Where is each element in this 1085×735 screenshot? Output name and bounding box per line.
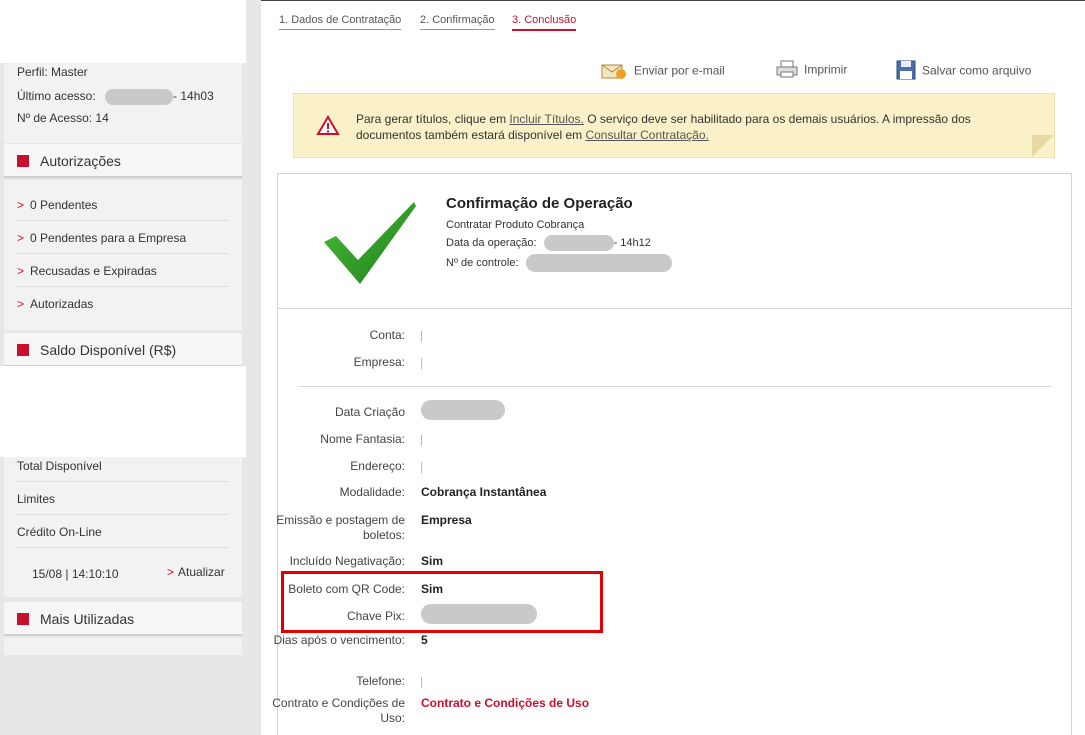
chevron-right-icon: > <box>167 565 175 579</box>
auth-item-pendentes-empresa[interactable]: >0 Pendentes para a Empresa <box>17 221 229 254</box>
collapse-icon <box>17 155 29 167</box>
save-action[interactable]: Salvar como arquivo <box>896 60 1031 83</box>
sidebar: Perfil: Master Último acesso: - 14h03 Nº… <box>0 0 261 735</box>
info-warning-box: Para gerar títulos, clique em Incluir Tí… <box>293 93 1055 158</box>
redacted-date <box>543 235 614 251</box>
redacted-date <box>105 89 174 105</box>
consultar-contratacao-link[interactable]: Consultar Contratação. <box>585 128 708 142</box>
warning-triangle-icon <box>316 115 340 141</box>
label-modalidade: Modalidade: <box>339 485 405 499</box>
label-telefone: Telefone: <box>356 674 405 688</box>
control-number: Nº de controle: <box>446 254 672 272</box>
value-negativacao: Sim <box>421 554 444 568</box>
label-endereco: Endereço: <box>350 459 405 473</box>
update-time: 15/08 | 14:10:10 <box>32 567 119 581</box>
incluir-titulos-link[interactable]: Incluir Títulos. <box>509 112 583 126</box>
chevron-right-icon: > <box>17 264 25 278</box>
confirmation-title: Confirmação de Operação <box>446 195 633 212</box>
highlight-annotation-box <box>281 571 603 633</box>
step-dados: 1. Dados de Contratação <box>279 14 402 30</box>
value-data-criacao <box>421 400 505 420</box>
step-confirmacao: 2. Confirmação <box>420 14 495 30</box>
email-icon <box>600 60 628 83</box>
collapse-icon <box>17 344 29 356</box>
value-nome-fantasia <box>421 433 422 447</box>
operation-date: Data da operação: - 14h12 <box>446 235 651 251</box>
chevron-right-icon: > <box>17 231 25 245</box>
label-empresa: Empresa: <box>353 355 405 369</box>
auth-item-autorizadas[interactable]: > Autorizadas <box>17 287 229 320</box>
label-negativacao: Incluído Negativação: <box>289 554 405 568</box>
label-contrato: Contrato e Condições de Uso: <box>272 696 405 725</box>
sidebar-header-blank <box>0 0 246 63</box>
label-dias: Dias após o vencimento: <box>273 633 405 647</box>
access-count: Nº de Acesso: 14 <box>17 111 109 125</box>
saldo-item-credito[interactable]: Crédito On-Line <box>17 515 229 548</box>
confirmation-subtitle: Contratar Produto Cobrança <box>446 219 585 231</box>
chevron-right-icon: > <box>17 297 25 311</box>
value-empresa <box>421 356 422 370</box>
confirmation-card: Confirmação de Operação Contratar Produt… <box>272 173 1072 735</box>
update-link[interactable]: > Atualizar <box>167 565 225 579</box>
chevron-right-icon: > <box>17 198 25 212</box>
value-dias: 5 <box>421 633 428 647</box>
value-conta <box>421 329 422 343</box>
value-endereco <box>421 460 422 474</box>
mais-list <box>4 638 242 655</box>
checkmark-icon <box>322 198 418 291</box>
printer-icon <box>776 60 798 81</box>
print-action[interactable]: Imprimir <box>776 60 847 81</box>
last-access: Último acesso: - 14h03 <box>17 89 214 105</box>
redacted-control <box>525 254 672 272</box>
value-telefone <box>421 675 422 689</box>
label-conta: Conta: <box>369 328 405 342</box>
saldo-item-limites[interactable]: Limites <box>17 482 229 515</box>
email-action[interactable]: Enviar por e-mail <box>600 60 725 83</box>
value-modalidade: Cobrança Instantânea <box>421 485 547 499</box>
step-conclusao: 3. Conclusão <box>512 14 577 31</box>
header-separator <box>278 308 1071 309</box>
saldo-blank-area <box>0 366 246 457</box>
contrato-link[interactable]: Contrato e Condições de Uso <box>421 696 589 710</box>
label-emissao: Emissão e postagem de boletos: <box>276 513 405 542</box>
warning-text: Para gerar títulos, clique em Incluir Tí… <box>356 112 971 142</box>
auth-list: >0 Pendentes >0 Pendentes para a Empresa… <box>4 180 242 330</box>
section-separator <box>298 386 1051 387</box>
saldo-item-total[interactable]: Total Disponível <box>17 449 229 482</box>
value-emissao: Empresa <box>421 513 472 527</box>
label-nome-fantasia: Nome Fantasia: <box>320 432 405 446</box>
label-data-criacao: Data Criação <box>334 405 405 419</box>
profile-text: Perfil: Master <box>17 65 88 79</box>
section-saldo[interactable]: Saldo Disponível (R$) <box>4 333 242 367</box>
save-disk-icon <box>896 60 916 83</box>
section-mais-utilizadas[interactable]: Mais Utilizadas <box>4 602 242 636</box>
page-fold <box>1032 135 1054 157</box>
auth-item-recusadas[interactable]: > Recusadas e Expiradas <box>17 254 229 287</box>
collapse-icon <box>17 613 29 625</box>
section-autorizacoes[interactable]: Autorizações <box>4 144 242 178</box>
saldo-list: Total Disponível Limites Crédito On-Line… <box>4 457 242 597</box>
auth-item-pendentes[interactable]: >0 Pendentes <box>17 188 229 221</box>
